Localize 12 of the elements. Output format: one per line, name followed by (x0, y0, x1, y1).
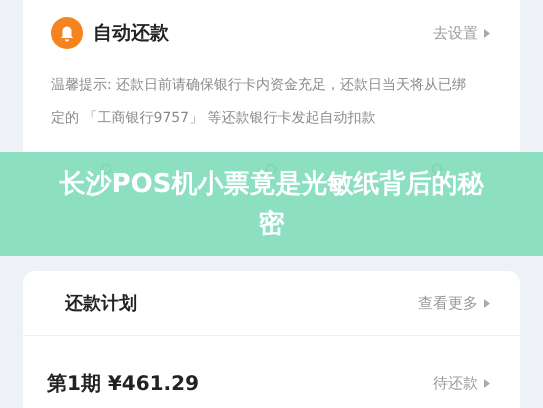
bell-icon (51, 17, 83, 49)
settings-link[interactable]: 去设置 (433, 24, 490, 42)
view-more-link[interactable]: 查看更多 (418, 294, 490, 312)
tip-text: 温馨提示: 还款日前请确保银行卡内资金充足，还款日当天将从已绑定的 「工商银行9757」 等还款银行卡发起自动扣款 (51, 76, 468, 128)
caret-icon (484, 298, 490, 308)
caret-icon (484, 379, 490, 388)
banner-title: 长沙POS机小票竟是光敏纸背后的秘密 (58, 168, 485, 241)
status-link[interactable]: 待还款 (433, 374, 490, 393)
caret-icon (484, 28, 490, 38)
section-title: 还款计划 (65, 292, 137, 315)
section-title: 自动还款 (93, 21, 169, 46)
installment-amount: 第1期 ¥461.29 (47, 370, 199, 397)
